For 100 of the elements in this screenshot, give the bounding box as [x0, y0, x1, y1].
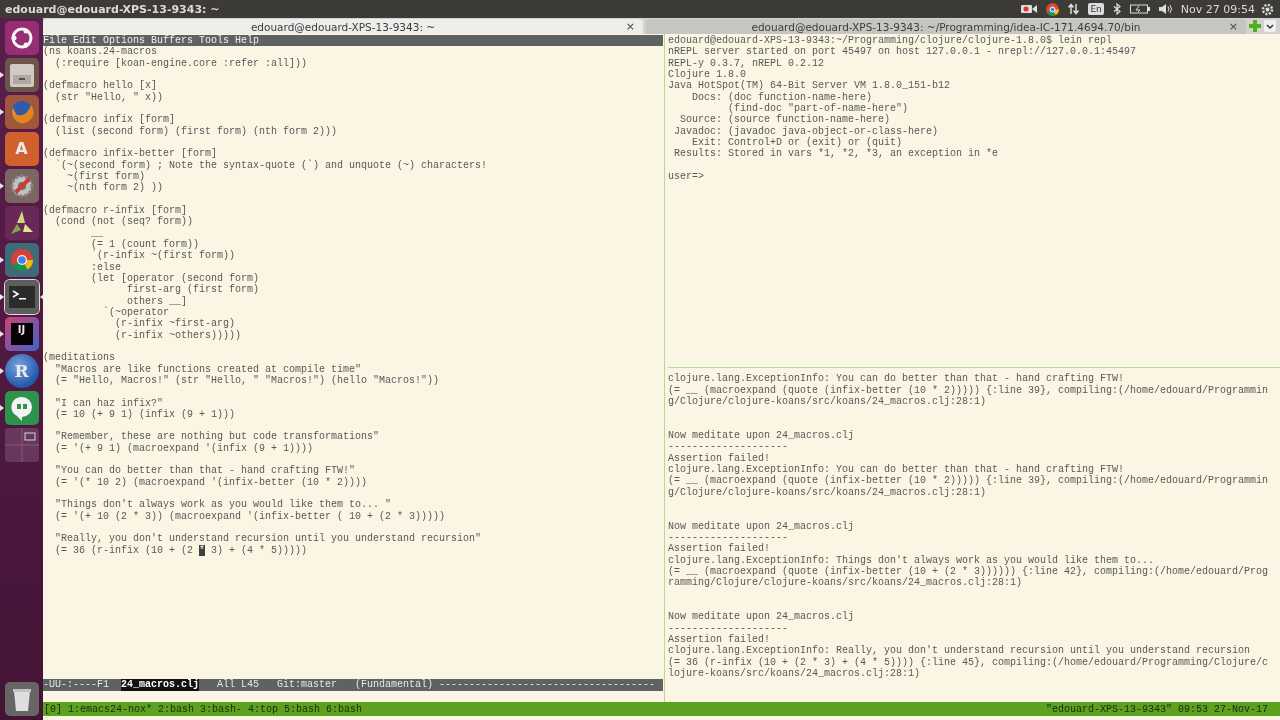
- code-line: __: [90, 227, 103, 239]
- window-label[interactable]: 6:bash: [326, 703, 363, 715]
- round-browser-icon[interactable]: [1046, 2, 1060, 16]
- terminal-line: lojure-koans/src/koans/24_macros.clj:28:1): [668, 668, 921, 679]
- terminal-line: Now meditate upon 24_macros.clj: [668, 611, 855, 623]
- mode-line-fill: ------------------------------------: [439, 679, 656, 691]
- browser-globe-icon: [4, 95, 39, 129]
- terminal-line: --------------------: [668, 532, 789, 544]
- code-line: (list (second form) (first form) (nth form 2))): [54, 125, 338, 137]
- host-clock: "edouard-XPS-13-9343" 09:53 27-Nov-17: [1045, 703, 1268, 715]
- git-branch: Git:master: [277, 679, 338, 691]
- speech-bubble-icon: [4, 391, 39, 425]
- bluetooth-icon[interactable]: [1112, 3, 1121, 15]
- keyboard-layout-indicator[interactable]: En: [1088, 3, 1104, 15]
- terminal-line: clojure.lang.ExceptionInfo: Things don't always work as you would like them to...: [668, 554, 1155, 566]
- code-line: (defmacro infix-better [form]: [43, 148, 218, 160]
- gear-wrench-icon: [4, 169, 39, 203]
- major-mode: (Fundamental): [355, 679, 434, 691]
- code-line: "I can haz infix?": [54, 397, 164, 409]
- code-line: `(r-infix ~(first form)): [90, 250, 236, 262]
- code-line: (str "Hello, " x)): [54, 91, 164, 103]
- close-button[interactable]: ×: [625, 20, 635, 33]
- buffer-name: 24_macros.clj: [121, 679, 200, 691]
- terminal-line: (= 36 (r-infix (10 + (2 * 3) + (4 * 5)))) {:line 45}, compiling:(/home/edouard/Programming/Clojure/c: [668, 656, 1269, 668]
- code-line: (= 10 (+ 9 1) (infix (9 + 1))): [54, 408, 236, 420]
- terminal-line: g/Clojure/clojure-koans/src/koans/24_macros.clj:28:1): [668, 396, 987, 408]
- file-cabinet-icon: [4, 58, 39, 92]
- window-label[interactable]: 2:bash: [158, 703, 195, 715]
- terminal-line: Docs: (doc function-name-here): [691, 91, 873, 103]
- code-line: (defmacro infix [form]: [43, 114, 176, 126]
- terminal-line: user=>: [668, 170, 704, 182]
- close-button[interactable]: ×: [1228, 20, 1238, 33]
- terminal-tab[interactable]: edouard@edouard-XPS-13-9343: ~/Programming/idea-IC-171.4694.70/bin ×: [646, 19, 1246, 34]
- code-line: `(~operator: [102, 306, 170, 318]
- settings-icon[interactable]: [1261, 2, 1274, 16]
- code-line: 3) + (4 * 5))))): [210, 544, 308, 556]
- battery-icon[interactable]: [1129, 4, 1150, 14]
- terminal-line: Source: (source function-name-here): [679, 114, 891, 126]
- terminal-line: edouard@edouard-XPS-13-9343:~/Programming/clojure/clojure-1.8.0$ lein repl: [668, 35, 1113, 46]
- window-label[interactable]: 5:bash: [284, 703, 321, 715]
- terminal-line: nREPL server started on port 45497 on host 127.0.0.1 - nrepl://127.0.0.1:45497: [668, 46, 1137, 58]
- terminal-line: (= __ (macroexpand (quote (infix-better (10 + (2 * 3)))))) {:line 42}, compiling:(/home/edouard/Prog: [668, 566, 1269, 578]
- terminal-line: Results: Stored in vars *1, *2, *3, an exception in *e: [673, 148, 999, 160]
- terminal-line: clojure.lang.ExceptionInfo: You can do better than that - hand crafting FTW!: [668, 373, 1125, 385]
- code-line: (= '(+ 9 1) (macroexpand '(infix (9 + 1)))): [54, 442, 314, 454]
- terminal-line: --------------------: [668, 622, 789, 634]
- window-label[interactable]: 3:bash-: [200, 703, 243, 715]
- code-line: ~(first form): [66, 170, 146, 182]
- terminal-line: Assertion failed!: [668, 452, 771, 464]
- ide-logo-icon: IJ: [4, 317, 39, 351]
- code-line: (r-infix ~first-arg): [114, 318, 236, 330]
- menu-item[interactable]: Options: [103, 35, 146, 47]
- window-title: edouard@edouard-XPS-13-9343: ~: [5, 2, 221, 16]
- terminal-tab[interactable]: edouard@edouard-XPS-13-9343: ~ ×: [43, 19, 643, 34]
- terminal-line: Assertion failed!: [668, 634, 771, 646]
- code-line: `(~(second form) ; Note the syntax-quote (`) and unquote (~) characters!: [55, 159, 488, 171]
- code-line: "Really, you don't understand recursion until you understand recursion": [54, 533, 482, 545]
- terminal-line: Now meditate upon 24_macros.clj: [668, 520, 855, 532]
- shopping-bag-icon: A: [4, 132, 39, 166]
- circle-logo-icon: [4, 21, 39, 55]
- code-line: (= '(+ 10 (2 * 3)) (macroexpand '(infix-better ( 10 + (2 * 3))))): [54, 510, 446, 522]
- up-down-arrows-icon[interactable]: [1068, 3, 1080, 15]
- terminal-line: --------------------: [668, 441, 789, 453]
- clock[interactable]: Nov 27 09:54: [1180, 2, 1255, 16]
- volume-icon[interactable]: [1158, 3, 1175, 15]
- window-label[interactable]: 4:top: [248, 703, 279, 715]
- code-line: (cond (not (seq? form)): [55, 216, 194, 228]
- terminal-line: (find-doc "part-of-name-here"): [727, 102, 909, 114]
- terminal-line: Javadoc: (javadoc java-object-or-class-here): [673, 125, 939, 137]
- dropdown-caret-icon[interactable]: [1264, 20, 1276, 32]
- code-line: (ns koans.24-macros: [43, 46, 158, 58]
- code-line: "Macros are like functions created at compile time": [54, 363, 362, 375]
- code-line: (defmacro r-infix [form]: [43, 204, 188, 216]
- code-line: first-arg (first form): [127, 284, 260, 296]
- code-line: "Remember, these are nothing but code transformations": [54, 431, 380, 443]
- terminal-line: REPL-y 0.3.7, nREPL 0.2.12: [668, 57, 825, 69]
- terminal-line: g/Clojure/clojure-koans/src/koans/24_macros.clj:28:1): [668, 486, 987, 498]
- terminal-line: ramming/Clojure/clojure-koans/src/koans/24_macros.clj:28:1): [668, 577, 1023, 589]
- code-line: "You can do better than that - hand crafting FTW!": [54, 465, 356, 477]
- menu-item[interactable]: Buffers: [151, 35, 194, 47]
- trash-icon: [4, 682, 39, 716]
- code-line: ~(nth form 2) )): [66, 182, 164, 194]
- menu-item[interactable]: Tools: [199, 35, 230, 47]
- menu-item[interactable]: Help: [235, 35, 260, 47]
- line-position: All L45: [217, 679, 260, 691]
- terminal-line: Assertion failed!: [668, 543, 771, 555]
- triangle-logo-icon: [4, 206, 39, 240]
- workspace-grid-icon: [4, 428, 39, 462]
- buffer-status: -UU-:----F1: [43, 679, 109, 691]
- terminal-line: Now meditate upon 24_macros.clj: [668, 430, 855, 442]
- terminal-line: Exit: Control+D or (exit) or (quit): [692, 136, 903, 148]
- camera-icon[interactable]: [1021, 4, 1038, 14]
- code-line: (= 36 (r-infix (10 + (2: [54, 544, 195, 556]
- code-line: (:require [koan-engine.core :refer :all])): [54, 57, 308, 69]
- menu-item[interactable]: Edit: [73, 35, 98, 47]
- code-line: (= '(* 10 2) (macroexpand '(infix-better (10 * 2)))): [54, 476, 368, 488]
- menu-item[interactable]: File: [43, 35, 67, 47]
- window-label[interactable]: 1:emacs24-nox*: [68, 703, 153, 715]
- sphere-logo-icon: R: [4, 354, 39, 388]
- code-line: (let [operator (second form): [90, 272, 260, 284]
